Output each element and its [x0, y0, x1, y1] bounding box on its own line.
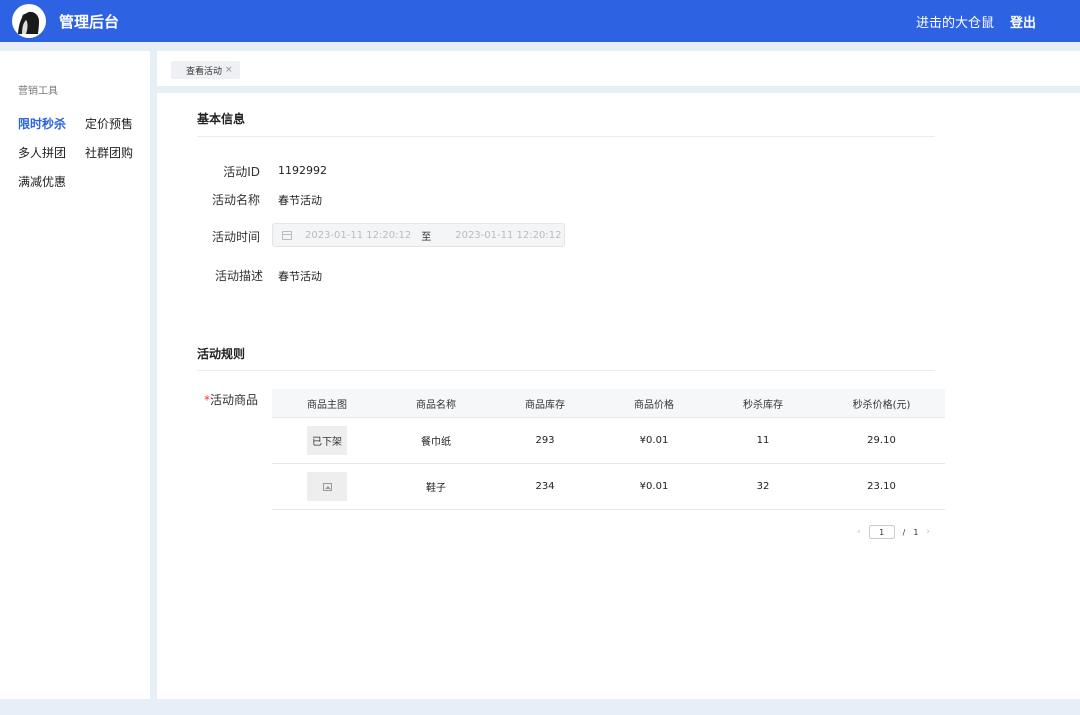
product-price: ¥0.01: [639, 435, 669, 446]
total-pages: 1: [913, 527, 919, 537]
column-header: 商品名称: [416, 399, 456, 411]
divider: [197, 370, 935, 371]
product-thumbnail[interactable]: 已下架: [307, 426, 347, 455]
product-stock: 234: [535, 481, 555, 492]
prev-page-icon[interactable]: ‹: [857, 527, 861, 537]
products-label-text: 活动商品: [209, 393, 258, 407]
seckill-stock: 11: [756, 435, 770, 446]
product-thumbnail[interactable]: [307, 472, 347, 501]
top-bar: 管理后台 进击的大仓鼠 登出: [0, 0, 1080, 42]
field-label-activity-id: 活动ID: [223, 165, 260, 179]
date-range-separator: 至: [421, 231, 432, 243]
field-label-activity-time: 活动时间: [211, 230, 260, 244]
column-header: 商品价格: [634, 399, 674, 411]
image-placeholder-icon: [322, 482, 332, 491]
sidebar-item-group-buy[interactable]: 多人拼团: [18, 144, 66, 161]
sidebar: 营销工具 限时秒杀 定价预售 多人拼团 社群团购 满减优惠: [0, 51, 150, 699]
field-value-activity-desc: 春节活动: [278, 270, 322, 283]
user-area: 进击的大仓鼠 登出: [916, 0, 1036, 42]
seckill-price: 29.10: [867, 435, 896, 446]
products-table: 商品主图 商品名称 商品库存 商品价格 秒杀库存 秒杀价格(元) 已下架 餐巾纸…: [272, 389, 945, 510]
app-title: 管理后台: [59, 12, 120, 31]
page-divider: /: [902, 527, 906, 537]
column-header: 秒杀库存: [743, 399, 783, 411]
next-page-icon[interactable]: ›: [926, 527, 930, 537]
field-value-activity-id: 1192992: [278, 164, 327, 177]
divider: [197, 136, 935, 137]
page-number-input[interactable]: 1: [868, 525, 895, 539]
main-panel: 基本信息 活动ID 1192992 活动名称 春节活动 活动时间 2023-01…: [157, 93, 1080, 699]
sidebar-item-community-buy[interactable]: 社群团购: [85, 144, 133, 161]
table-row: 鞋子 234 ¥0.01 32 23.10: [272, 464, 945, 510]
column-header: 商品主图: [307, 399, 347, 411]
calendar-icon: [282, 230, 292, 240]
username[interactable]: 进击的大仓鼠: [916, 12, 994, 31]
logout-button[interactable]: 登出: [1010, 12, 1036, 31]
sidebar-group-label: 营销工具: [18, 86, 58, 97]
table-row: 已下架 餐巾纸 293 ¥0.01 11 29.10: [272, 418, 945, 464]
seckill-price: 23.10: [867, 481, 896, 492]
section-title-rules: 活动规则: [197, 347, 246, 361]
field-label-activity-desc: 活动描述: [214, 269, 263, 283]
table-header: 商品主图 商品名称 商品库存 商品价格 秒杀库存 秒杀价格(元): [272, 389, 945, 418]
tab-label: 查看活动: [186, 66, 223, 77]
field-value-activity-name: 春节活动: [278, 194, 322, 207]
tab-view-activity[interactable]: 查看活动 ×: [171, 61, 240, 79]
field-label-activity-name: 活动名称: [211, 193, 260, 207]
sidebar-item-flash-sale[interactable]: 限时秒杀: [18, 115, 66, 132]
product-image-cell: [272, 472, 382, 501]
section-title-basic-info: 基本信息: [197, 112, 246, 126]
date-range-start[interactable]: 2023-01-11 12:20:12: [305, 230, 411, 241]
sidebar-item-presale[interactable]: 定价预售: [85, 115, 133, 132]
product-name: 鞋子: [426, 483, 446, 494]
column-header: 商品库存: [525, 399, 565, 411]
date-range-picker[interactable]: 2023-01-11 12:20:12 至 2023-01-11 12:20:1…: [272, 223, 565, 247]
hamster-avatar-icon[interactable]: [12, 4, 46, 38]
product-price: ¥0.01: [639, 481, 669, 492]
sidebar-item-discount[interactable]: 满减优惠: [18, 173, 66, 190]
date-range-end[interactable]: 2023-01-11 12:20:12: [455, 230, 561, 241]
close-icon[interactable]: ×: [225, 65, 233, 75]
product-name: 餐巾纸: [421, 437, 451, 448]
product-stock: 293: [535, 435, 555, 446]
field-label-products: *活动商品: [168, 391, 258, 408]
product-image-cell: 已下架: [272, 426, 382, 455]
seckill-stock: 32: [756, 481, 770, 492]
tab-bar: 查看活动 ×: [157, 51, 1080, 86]
pagination: ‹ 1 / 1 ›: [857, 525, 930, 539]
column-header: 秒杀价格(元): [852, 399, 911, 411]
